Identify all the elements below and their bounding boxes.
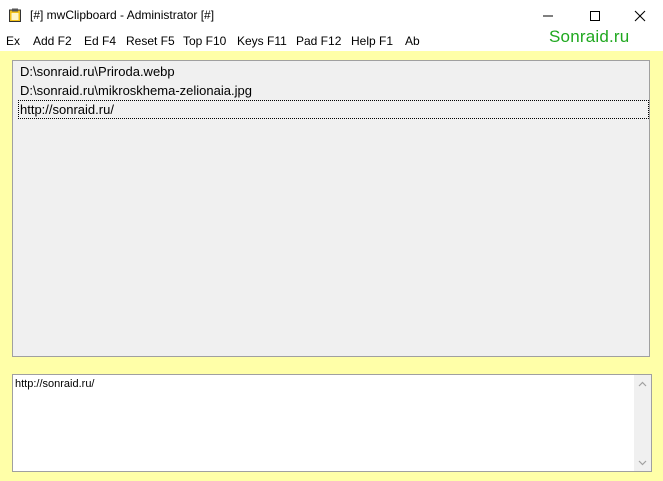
menu-item-about[interactable]: Ab — [405, 34, 420, 48]
scroll-down-button[interactable] — [634, 454, 651, 471]
scroll-up-button[interactable] — [634, 375, 651, 392]
chevron-down-icon — [638, 460, 647, 465]
list-item[interactable]: D:\sonraid.ru\mikroskhema-zelionaia.jpg — [18, 81, 649, 100]
vertical-scrollbar[interactable] — [634, 375, 651, 471]
menu-item-help[interactable]: Help F1 — [351, 34, 393, 48]
menu-item-reset[interactable]: Reset F5 — [126, 34, 175, 48]
list-item-selected[interactable]: http://sonraid.ru/ — [18, 100, 649, 119]
clipboard-icon[interactable] — [9, 8, 21, 22]
minimize-icon — [543, 15, 553, 16]
editor-content[interactable]: http://sonraid.ru/ — [15, 378, 95, 390]
menu-item-pad[interactable]: Pad F12 — [296, 34, 341, 48]
menu-item-top[interactable]: Top F10 — [183, 34, 226, 48]
clipboard-text-editor[interactable]: http://sonraid.ru/ — [12, 374, 652, 472]
menu-item-ex[interactable]: Ex — [6, 34, 20, 48]
menu-item-edit[interactable]: Ed F4 — [84, 34, 116, 48]
menu-item-add[interactable]: Add F2 — [33, 34, 72, 48]
list-item[interactable]: D:\sonraid.ru\Priroda.webp — [18, 62, 649, 81]
clipboard-history-list[interactable]: D:\sonraid.ru\Priroda.webp D:\sonraid.ru… — [12, 60, 650, 357]
close-icon — [634, 10, 646, 21]
chevron-up-icon — [638, 381, 647, 386]
brand-label: Sonraid.ru — [549, 27, 630, 46]
window-title: [#] mwClipboard - Administrator [#] — [30, 8, 215, 22]
maximize-icon — [590, 10, 600, 21]
menu-item-keys[interactable]: Keys F11 — [237, 34, 287, 48]
